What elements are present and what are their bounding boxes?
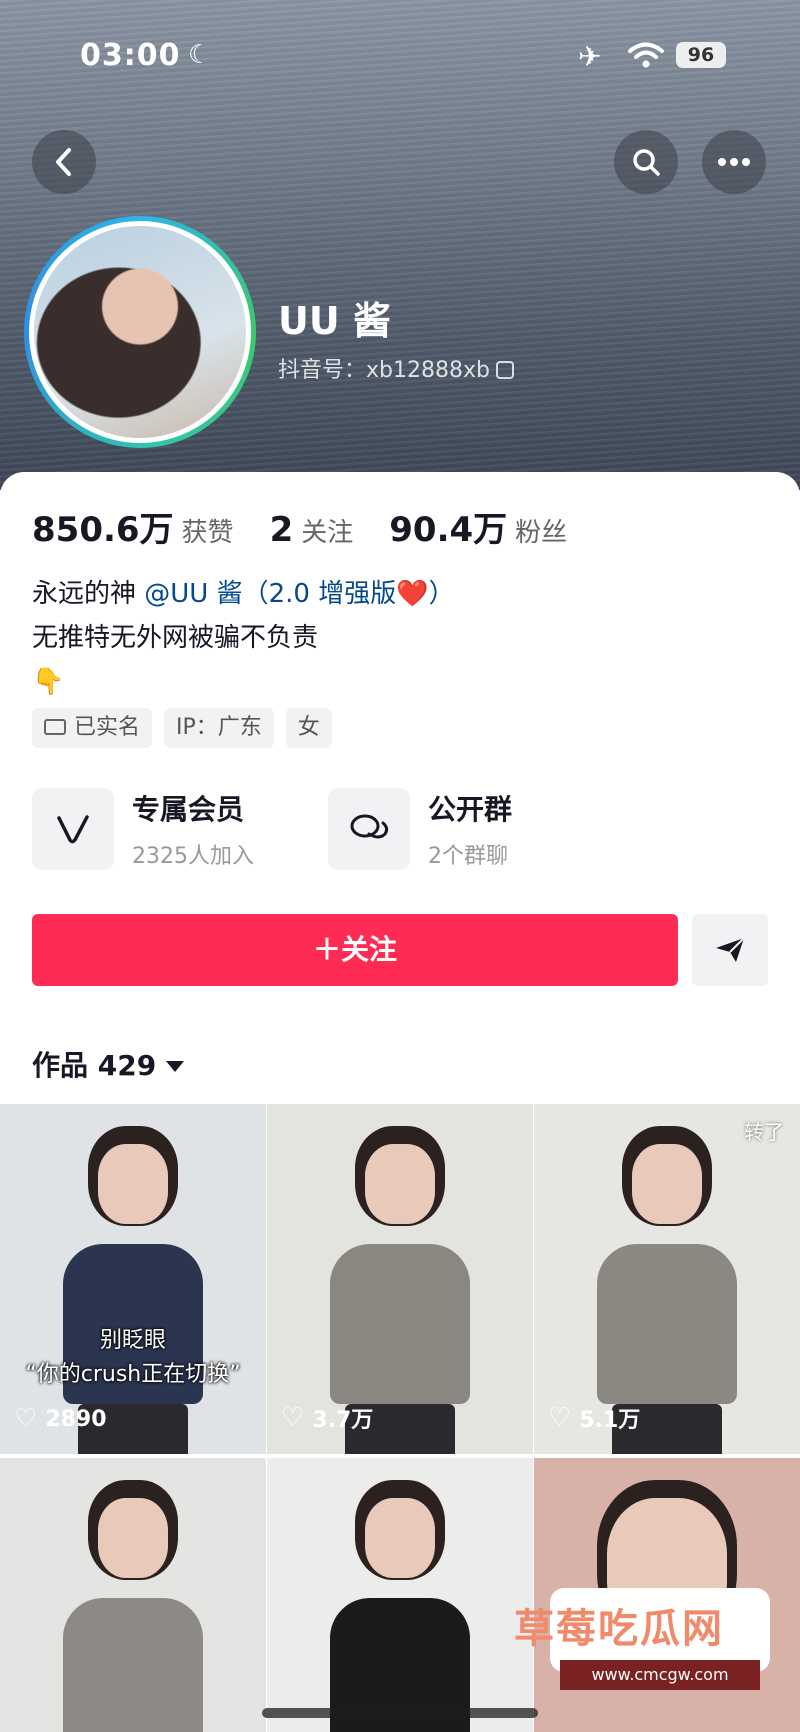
- stats-row: 850.6万 获赞 2 关注 90.4万 粉丝: [32, 502, 603, 551]
- video-thumbnail[interactable]: [267, 1458, 533, 1732]
- following-label: 关注: [301, 518, 354, 548]
- heart-icon: ♡: [281, 1403, 305, 1433]
- membership-entry[interactable]: 专属会员 2325人加入: [32, 788, 254, 870]
- chevron-left-icon: [56, 148, 71, 176]
- video-likes: ♡ 3.7万: [281, 1403, 374, 1433]
- likes-count[interactable]: 850.6万: [32, 502, 174, 551]
- bio: 永远的神 @UU 酱（2.0 增强版❤️） 无推特无外网被骗不负责 👇: [32, 572, 455, 704]
- followers-label: 粉丝: [515, 518, 568, 548]
- follow-button[interactable]: ＋关注: [32, 914, 678, 986]
- tag-ip: IP：广东: [164, 708, 274, 748]
- membership-subtitle: 2325人加入: [132, 844, 254, 869]
- send-icon: [716, 937, 745, 962]
- profile-tags: 已实名 IP：广东 女: [32, 708, 332, 748]
- share-button[interactable]: [692, 914, 768, 986]
- video-caption: 别眨眼 “你的crush正在切换”: [25, 1328, 241, 1387]
- profile-name: UU 酱: [278, 299, 391, 343]
- copy-icon[interactable]: [495, 361, 514, 379]
- bio-line2: 无推特无外网被骗不负责: [32, 623, 319, 653]
- douyin-id-row[interactable]: 抖音号：xb12888xb: [278, 352, 514, 384]
- likes-label: 获赞: [181, 518, 234, 548]
- back-button[interactable]: [32, 130, 96, 194]
- bio-line1-text: 永远的神: [32, 579, 145, 609]
- more-dots-icon: [718, 158, 750, 166]
- watermark-title: 草莓吃瓜网: [514, 1606, 724, 1652]
- site-watermark: 草莓吃瓜网 www.cmcgw.com: [500, 1588, 800, 1716]
- group-chat-subtitle: 2个群聊: [428, 844, 508, 869]
- douyin-id: 抖音号：xb12888xb: [278, 358, 490, 383]
- thumbnail-figure: [330, 1498, 470, 1732]
- video-thumbnail[interactable]: 转了 ♡ 5.1万: [534, 1104, 800, 1454]
- airplane-icon: ✈: [578, 40, 602, 73]
- home-indicator[interactable]: [262, 1708, 538, 1718]
- v-membership-icon: [32, 788, 114, 870]
- group-chat-icon: [328, 788, 410, 870]
- avatar-image: [34, 226, 246, 438]
- following-count[interactable]: 2: [270, 510, 294, 550]
- search-button[interactable]: [614, 130, 678, 194]
- watermark-url: www.cmcgw.com: [560, 1660, 760, 1690]
- membership-title: 专属会员: [132, 793, 245, 826]
- followers-count[interactable]: 90.4万: [389, 502, 507, 551]
- caret-down-icon: [166, 1061, 185, 1072]
- video-thumbnail[interactable]: [0, 1458, 266, 1732]
- status-time: 03:00: [80, 38, 181, 73]
- search-icon: [633, 149, 660, 176]
- bio-line3: 👇: [32, 667, 65, 697]
- bio-mention-link[interactable]: @UU 酱（2.0 增强版❤️）: [144, 579, 454, 609]
- video-thumbnail[interactable]: 别眨眼 “你的crush正在切换” ♡ 2890: [0, 1104, 266, 1454]
- video-likes: ♡ 2890: [14, 1404, 107, 1434]
- works-tab[interactable]: 作品 429: [32, 1044, 185, 1084]
- profile-card: 850.6万 获赞 2 关注 90.4万 粉丝 永远的神 @UU 酱（2.0 增…: [0, 472, 800, 1102]
- tag-verified: 已实名: [32, 708, 153, 748]
- battery-indicator: 96: [676, 42, 726, 68]
- status-bar: 03:00 ☾ ✈ 96: [0, 38, 800, 78]
- tag-gender: 女: [285, 708, 332, 748]
- heart-icon: ♡: [548, 1403, 572, 1433]
- group-chat-entry[interactable]: 公开群 2个群聊: [328, 788, 512, 870]
- more-options-button[interactable]: [702, 130, 766, 194]
- wifi-icon: [628, 42, 664, 68]
- id-card-icon: [44, 719, 66, 735]
- video-likes: ♡ 5.1万: [548, 1403, 641, 1433]
- group-chat-title: 公开群: [428, 793, 513, 826]
- avatar[interactable]: [24, 216, 256, 448]
- moon-icon: ☾: [188, 40, 212, 70]
- thumbnail-figure: [63, 1498, 203, 1732]
- video-thumbnail[interactable]: ♡ 3.7万: [267, 1104, 533, 1454]
- profile-header-background: 03:00 ☾ ✈ 96 UU 酱 抖音号：xb12888xb: [0, 0, 800, 490]
- heart-icon: ♡: [14, 1404, 38, 1434]
- video-corner-label: 转了: [744, 1120, 784, 1144]
